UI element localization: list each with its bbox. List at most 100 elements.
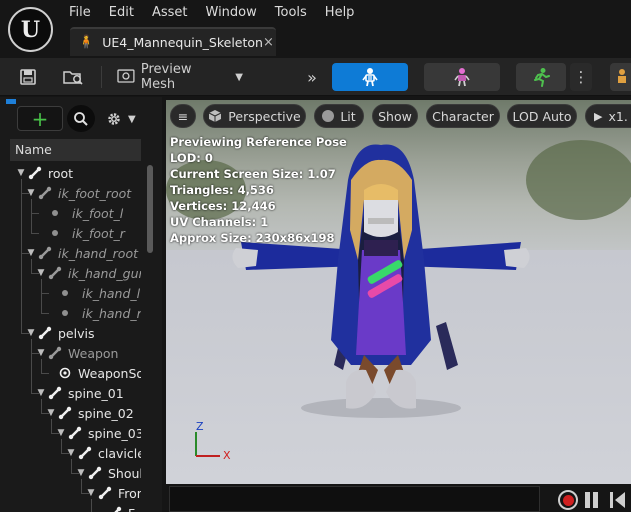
tree-row[interactable]: ▼ pelvis bbox=[26, 323, 141, 343]
perspective-button[interactable]: Perspective bbox=[203, 104, 306, 128]
tree-row[interactable]: ▼clavicle_l bbox=[66, 443, 141, 463]
record-button[interactable] bbox=[558, 490, 578, 510]
hamburger-icon: ≡ bbox=[177, 108, 189, 124]
record-icon bbox=[562, 494, 574, 506]
tree-row[interactable]: ▼ Weapon bbox=[36, 343, 141, 363]
socket-icon bbox=[59, 367, 71, 379]
bone-icon bbox=[48, 266, 62, 280]
name-column-header[interactable]: Name bbox=[10, 139, 141, 161]
character-label: Character bbox=[432, 108, 494, 124]
tree-row[interactable]: ik_hand_r bbox=[46, 303, 141, 323]
tree-row-label: Weapon bbox=[68, 345, 119, 361]
menu-asset[interactable]: Asset bbox=[143, 3, 197, 23]
unreal-logo-icon[interactable]: U bbox=[8, 7, 53, 52]
tree-row-label: pelvis bbox=[58, 325, 95, 341]
tree-row-label: ik_hand_l bbox=[82, 285, 141, 301]
tree-row[interactable]: ik_foot_l bbox=[36, 203, 141, 223]
add-button[interactable]: + bbox=[17, 106, 63, 131]
tree-row[interactable]: ▼ root bbox=[16, 163, 141, 183]
bone-icon bbox=[68, 426, 82, 440]
menu-file[interactable]: File bbox=[60, 3, 100, 23]
tree-row[interactable]: ▼ ik_hand_gun bbox=[36, 263, 141, 283]
bone-icon bbox=[114, 506, 122, 512]
tree-row[interactable]: WeaponSocket bbox=[46, 363, 141, 383]
tree-row-label: spine_01 bbox=[68, 385, 124, 401]
mesh-mode-icon bbox=[454, 68, 470, 87]
pause-icon bbox=[585, 492, 590, 508]
tree-row-label: ik_foot_l bbox=[72, 205, 124, 221]
tree-connector bbox=[31, 213, 39, 214]
tree-row[interactable]: ▼ spine_03 bbox=[56, 423, 141, 443]
stat-line: LOD: 0 bbox=[170, 151, 213, 165]
document-tab[interactable]: 🧍 UE4_Mannequin_Skeleton × bbox=[70, 27, 276, 56]
pause-button[interactable] bbox=[585, 492, 601, 508]
show-button[interactable]: Show bbox=[372, 104, 418, 128]
bone-dot-icon bbox=[62, 310, 68, 316]
stat-line: Vertices: 12,446 bbox=[170, 199, 276, 213]
tree-connector bbox=[51, 433, 59, 434]
bone-icon bbox=[38, 326, 52, 340]
show-label: Show bbox=[378, 108, 412, 124]
search-icon bbox=[74, 111, 88, 126]
tree-row[interactable]: ik_foot_r bbox=[36, 223, 141, 243]
skeleton-mode-button[interactable] bbox=[332, 63, 408, 91]
viewport-toolbar: ≡ Perspective Lit Show Character LOD Aut… bbox=[166, 102, 631, 130]
more-options-icon[interactable]: ⋮ bbox=[570, 63, 592, 91]
save-icon bbox=[20, 69, 36, 85]
playback-speed-button[interactable]: ▶ x1. bbox=[585, 104, 631, 128]
animation-mode-button[interactable] bbox=[516, 63, 566, 91]
character-button[interactable]: Character bbox=[426, 104, 500, 128]
tree-row[interactable]: ▼ ik_foot_root bbox=[26, 183, 141, 203]
skip-forward-button[interactable] bbox=[610, 492, 630, 508]
expand-toolbar-icon[interactable]: » bbox=[301, 63, 323, 91]
tree-scrollbar[interactable] bbox=[147, 165, 153, 253]
skeleton-tree-toolbar: + ▼ bbox=[10, 103, 160, 133]
physics-mode-button[interactable] bbox=[610, 63, 631, 91]
menu-edit[interactable]: Edit bbox=[100, 3, 143, 23]
bone-icon bbox=[78, 446, 92, 460]
close-tab-icon[interactable]: × bbox=[263, 35, 274, 50]
tree-row[interactable]: ▼Front bbox=[86, 483, 141, 503]
animation-mode-icon bbox=[534, 68, 550, 87]
skeleton-tree-panel: + ▼ Name ▼ root ▼ ik_foot_root ik_foot_l ik_f… bbox=[0, 97, 162, 512]
tree-connector bbox=[31, 393, 39, 394]
browse-asset-button[interactable] bbox=[58, 63, 88, 91]
lod-button[interactable]: LOD Auto bbox=[507, 104, 577, 128]
tree-row-label: clavicle_l bbox=[98, 445, 141, 461]
menu-window[interactable]: Window bbox=[197, 3, 266, 23]
tree-row[interactable]: ▼ spine_01 bbox=[36, 383, 141, 403]
tree-connector bbox=[21, 193, 29, 194]
tree-connector bbox=[31, 233, 39, 234]
stat-line: UV Channels: 1 bbox=[170, 215, 269, 229]
tree-row[interactable]: ▼ spine_02 bbox=[46, 403, 141, 423]
chevron-down-icon: ▼ bbox=[128, 113, 136, 125]
save-button[interactable] bbox=[14, 63, 42, 91]
search-button[interactable] bbox=[67, 105, 95, 132]
document-tab-title: UE4_Mannequin_Skeleton bbox=[102, 35, 263, 50]
tree-connector bbox=[41, 293, 49, 294]
expand-arrow-icon[interactable]: ▼ bbox=[16, 168, 26, 178]
preview-mesh-dropdown[interactable]: Preview Mesh ▼ bbox=[113, 62, 243, 92]
lod-label: LOD Auto bbox=[512, 108, 572, 124]
menu-help[interactable]: Help bbox=[316, 3, 364, 23]
viewport-options-button[interactable]: ≡ bbox=[170, 104, 196, 128]
tree-connector bbox=[71, 473, 79, 474]
x-axis-label: X bbox=[223, 449, 231, 462]
tree-row[interactable]: ▼Shoulder bbox=[76, 463, 141, 483]
tree-row[interactable]: ik_hand_l bbox=[46, 283, 141, 303]
bone-icon bbox=[58, 406, 72, 420]
tree-row[interactable]: ▼ ik_hand_root bbox=[26, 243, 141, 263]
tree-row-label: ik_foot_r bbox=[72, 225, 125, 241]
tree-connector bbox=[81, 479, 82, 493]
bone-icon bbox=[38, 246, 52, 260]
tree-connector bbox=[31, 259, 32, 273]
settings-dropdown[interactable]: ▼ bbox=[106, 107, 146, 131]
mesh-mode-button[interactable] bbox=[424, 63, 500, 91]
tree-row-label: spine_03 bbox=[88, 425, 141, 441]
menu-tools[interactable]: Tools bbox=[266, 3, 316, 23]
lit-button[interactable]: Lit bbox=[314, 104, 364, 128]
tree-connector bbox=[21, 333, 29, 334]
stat-line: Current Screen Size: 1.07 bbox=[170, 167, 336, 181]
tree-row[interactable]: F bbox=[96, 503, 141, 512]
timeline-scrubber[interactable] bbox=[169, 486, 540, 512]
